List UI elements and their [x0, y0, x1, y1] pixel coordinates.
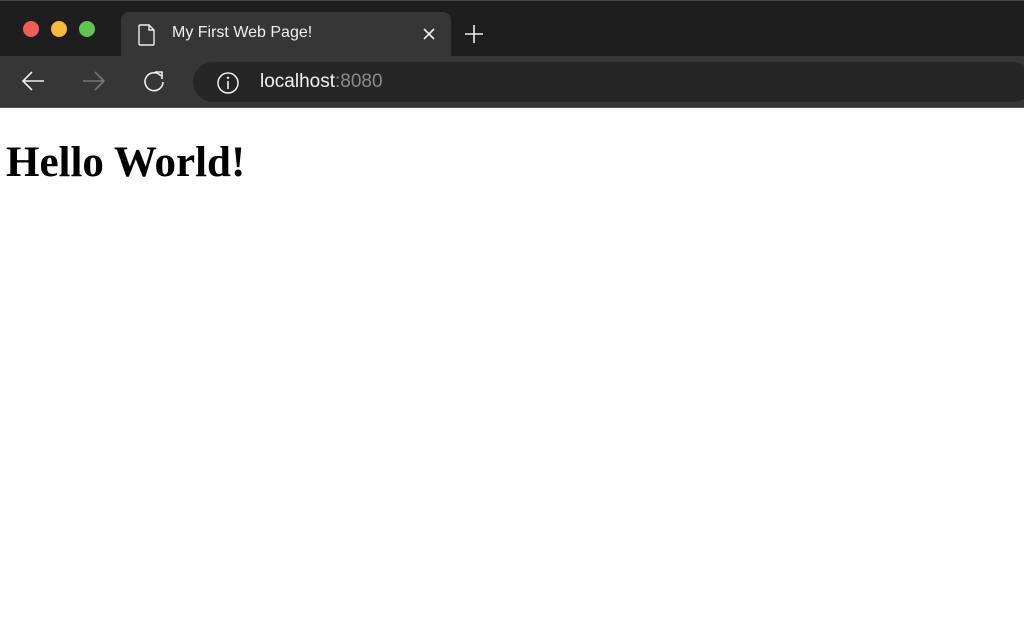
window-minimize-button[interactable]: [51, 21, 67, 37]
document-icon: [138, 24, 155, 46]
window-maximize-button[interactable]: [79, 21, 95, 37]
url-text[interactable]: localhost:8080: [260, 71, 383, 93]
forward-icon[interactable]: [81, 69, 107, 93]
url-host: localhost: [260, 71, 335, 92]
info-icon[interactable]: [216, 71, 240, 95]
url-port: :8080: [335, 71, 383, 92]
address-bar[interactable]: localhost:8080: [193, 62, 1024, 102]
page-heading: Hello World!: [6, 139, 246, 186]
tab-strip: My First Web Page!: [0, 0, 1024, 57]
tab-my-first-web-page[interactable]: My First Web Page!: [121, 12, 451, 57]
new-tab-icon[interactable]: [463, 23, 485, 45]
back-icon[interactable]: [20, 69, 46, 93]
toolbar: localhost:8080: [0, 56, 1024, 108]
window-close-button[interactable]: [23, 21, 39, 37]
reload-icon[interactable]: [141, 69, 167, 95]
tab-title: My First Web Page!: [172, 24, 313, 41]
close-tab-icon[interactable]: [421, 26, 437, 42]
